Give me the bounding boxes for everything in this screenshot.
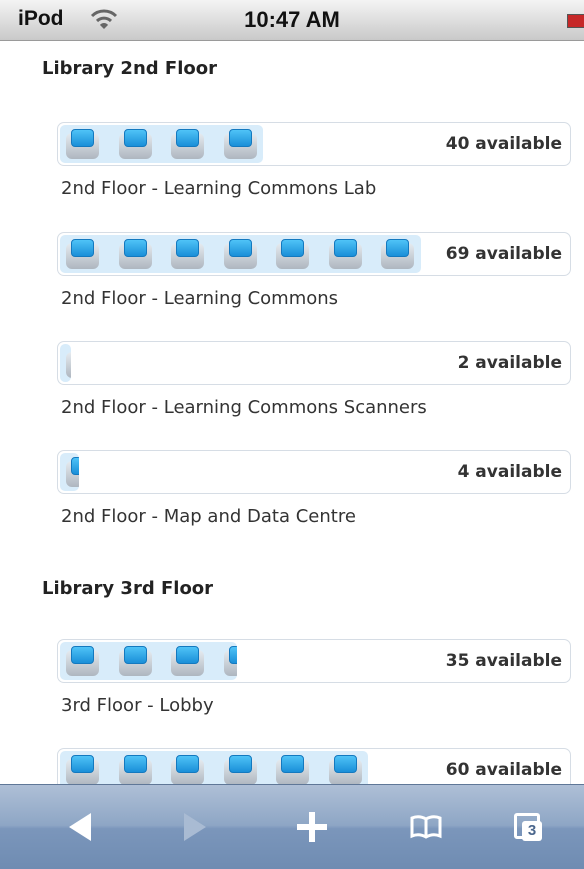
add-bookmark-icon	[297, 812, 327, 842]
computer-icon	[223, 129, 257, 159]
bookmarks-icon	[410, 815, 442, 839]
section-title: Library 3rd Floor	[42, 578, 214, 599]
lab-row[interactable]: 40 available 2nd Floor - Learning Common…	[57, 122, 571, 199]
available-count: 35 available	[445, 651, 562, 671]
computer-icon	[381, 239, 414, 269]
computer-icon	[171, 755, 204, 784]
availability-bar: 35 available	[57, 639, 571, 683]
battery-icon	[567, 14, 584, 28]
section-title: Library 2nd Floor	[42, 58, 217, 79]
computer-icon	[223, 646, 237, 676]
lab-name: 3rd Floor - Lobby	[61, 695, 214, 716]
lab-row[interactable]: 4 available 2nd Floor - Map and Data Cen…	[57, 450, 571, 527]
bar-fill	[60, 642, 237, 680]
computer-icon	[118, 239, 152, 269]
lab-name: 2nd Floor - Learning Commons Lab	[61, 178, 377, 199]
computer-icon	[223, 239, 257, 269]
bookmarks-button[interactable]	[403, 805, 449, 849]
computer-icon	[223, 755, 257, 784]
forward-arrow-icon	[184, 813, 206, 841]
lab-name: 2nd Floor - Learning Commons Scanners	[61, 397, 427, 418]
availability-bar: 4 available	[57, 450, 571, 494]
browser-toolbar: 3	[0, 784, 584, 869]
lab-row[interactable]: 2 available 2nd Floor - Learning Commons…	[57, 341, 571, 418]
lab-row[interactable]: 60 available	[57, 748, 571, 784]
bar-fill	[60, 344, 72, 382]
tab-count: 3	[522, 821, 542, 841]
lab-name: 2nd Floor - Learning Commons	[61, 288, 339, 309]
computer-icon	[171, 239, 204, 269]
forward-button[interactable]	[172, 805, 218, 849]
lab-row[interactable]: 35 available 3rd Floor - Lobby	[57, 639, 571, 716]
computer-icon	[171, 129, 204, 159]
availability-bar: 40 available	[57, 122, 571, 166]
tabs-button[interactable]: 3	[505, 805, 551, 849]
availability-bar: 2 available	[57, 341, 571, 385]
availability-bar: 60 available	[57, 748, 571, 784]
status-bar: iPod 10:47 AM	[0, 0, 584, 41]
available-count: 69 available	[445, 244, 562, 264]
bar-fill	[60, 453, 80, 491]
computer-icon	[66, 646, 99, 676]
available-count: 2 available	[457, 353, 562, 373]
computer-icon	[276, 239, 309, 269]
computer-icon	[118, 755, 152, 784]
computer-icon	[328, 239, 362, 269]
add-bookmark-button[interactable]	[289, 805, 335, 849]
computer-icon	[171, 646, 204, 676]
lab-row[interactable]: 69 available 2nd Floor - Learning Common…	[57, 232, 571, 309]
computer-icon	[118, 129, 152, 159]
computer-icon	[66, 457, 80, 487]
available-count: 4 available	[457, 462, 562, 482]
computer-icon	[66, 755, 99, 784]
computer-icon	[66, 129, 99, 159]
clock: 10:47 AM	[244, 7, 340, 32]
computer-icon	[328, 755, 362, 784]
bar-fill	[60, 751, 368, 784]
tabs-icon: 3	[514, 813, 542, 841]
availability-bar: 69 available	[57, 232, 571, 276]
computer-icon	[66, 348, 72, 378]
computer-icon	[118, 646, 152, 676]
lab-name: 2nd Floor - Map and Data Centre	[61, 506, 356, 527]
back-arrow-icon	[69, 813, 91, 841]
available-count: 40 available	[445, 134, 562, 154]
computer-icon	[276, 755, 309, 784]
bar-fill	[60, 125, 263, 163]
back-button[interactable]	[57, 805, 103, 849]
lab-list: Library 2nd Floor 40 available 2nd Floor…	[0, 40, 584, 784]
bar-fill	[60, 235, 421, 273]
computer-icon	[66, 239, 99, 269]
available-count: 60 available	[445, 760, 562, 780]
